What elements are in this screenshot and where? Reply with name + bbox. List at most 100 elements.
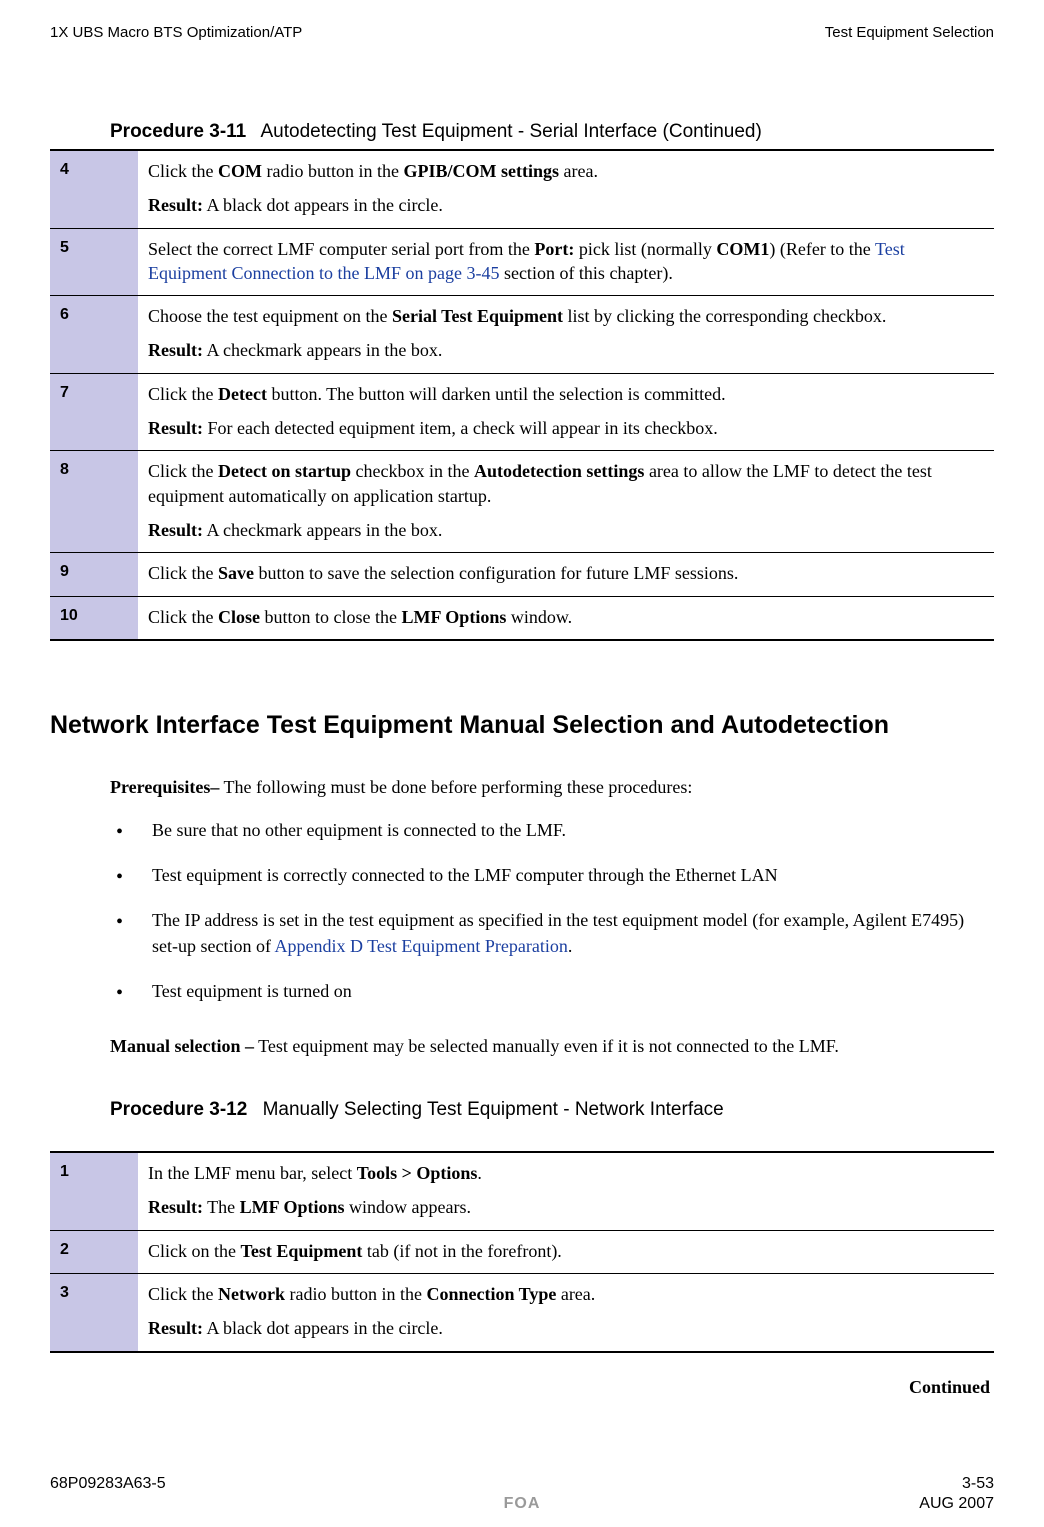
table-row: 6 Choose the test equipment on the Seria…	[50, 296, 994, 374]
text: Choose the test equipment on the	[148, 306, 392, 326]
text: Click the	[148, 563, 218, 583]
page-number: 3-53	[962, 1475, 994, 1493]
list-item: Test equipment is correctly connected to…	[110, 863, 994, 888]
step-content: Choose the test equipment on the Serial …	[138, 296, 994, 374]
step-number: 5	[50, 228, 138, 296]
header-left: 1X UBS Macro BTS Optimization/ATP	[50, 24, 302, 41]
text: checkbox in the	[351, 461, 474, 481]
manual-selection-paragraph: Manual selection – Test equipment may be…	[110, 1034, 994, 1059]
table-row: 10 Click the Close button to close the L…	[50, 596, 994, 640]
bold-text: Detect	[218, 384, 267, 404]
table-row: 3 Click the Network radio button in the …	[50, 1274, 994, 1352]
procedure-3-12-title: Procedure 3-12 Manually Selecting Test E…	[110, 1099, 994, 1121]
step-content: Click the Detect button. The button will…	[138, 373, 994, 451]
table-row: 5 Select the correct LMF computer serial…	[50, 228, 994, 296]
result-label: Result:	[148, 418, 203, 438]
prerequisites-paragraph: Prerequisites– The following must be don…	[110, 775, 994, 800]
text: Click the	[148, 461, 218, 481]
text: Select the correct LMF computer serial p…	[148, 239, 534, 259]
result-text: A checkmark appears in the box.	[203, 340, 442, 360]
procedure-3-11-table: 4 Click the COM radio button in the GPIB…	[50, 149, 994, 641]
text: Test equipment is correctly connected to…	[152, 865, 778, 885]
text: list by clicking the corresponding check…	[563, 306, 886, 326]
text: button. The button will darken until the…	[267, 384, 726, 404]
bold-text: Save	[218, 563, 254, 583]
step-number: 2	[50, 1230, 138, 1273]
list-item: Be sure that no other equipment is conne…	[110, 818, 994, 843]
text: The	[203, 1197, 240, 1217]
text: button to save the selection configurati…	[254, 563, 738, 583]
spacer	[50, 1495, 190, 1513]
text: Click the	[148, 161, 218, 181]
text: .	[477, 1163, 482, 1183]
text: window appears.	[345, 1197, 471, 1217]
list-item: Test equipment is turned on	[110, 979, 994, 1004]
bold-text: Detect on startup	[218, 461, 351, 481]
bold-text: Autodetection settings	[474, 461, 644, 481]
text: tab (if not in the forefront).	[362, 1241, 561, 1261]
result-text: For each detected equipment item, a chec…	[203, 418, 718, 438]
text: Be sure that no other equipment is conne…	[152, 820, 566, 840]
procedure-3-12-table: 1 In the LMF menu bar, select Tools > Op…	[50, 1151, 994, 1352]
bold-text: Close	[218, 607, 260, 627]
result-text: A checkmark appears in the box.	[203, 520, 442, 540]
step-number: 1	[50, 1152, 138, 1230]
result-text: A black dot appears in the circle.	[203, 195, 443, 215]
bold-text: Test Equipment	[241, 1241, 363, 1261]
bold-text: GPIB/COM settings	[403, 161, 559, 181]
running-header: 1X UBS Macro BTS Optimization/ATP Test E…	[50, 24, 994, 41]
cross-reference-link[interactable]: Appendix D Test Equipment Preparation	[274, 936, 567, 956]
result-label: Result:	[148, 195, 203, 215]
step-number: 8	[50, 451, 138, 553]
document-id: 68P09283A63-5	[50, 1475, 166, 1493]
step-number: 3	[50, 1274, 138, 1352]
step-number: 7	[50, 373, 138, 451]
header-right: Test Equipment Selection	[825, 24, 994, 41]
step-content: Click the Close button to close the LMF …	[138, 596, 994, 640]
result-text: A black dot appears in the circle.	[203, 1318, 443, 1338]
text: button to close the	[260, 607, 401, 627]
bold-text: COM1	[716, 239, 769, 259]
bold-text: Network	[218, 1284, 285, 1304]
step-number: 10	[50, 596, 138, 640]
result-label: Result:	[148, 1318, 203, 1338]
text: Click the	[148, 1284, 218, 1304]
bold-text: COM	[218, 161, 262, 181]
table-row: 1 In the LMF menu bar, select Tools > Op…	[50, 1152, 994, 1230]
text: area.	[559, 161, 598, 181]
continued-label: Continued	[50, 1377, 994, 1398]
manual-selection-text: Test equipment may be selected manually …	[254, 1036, 839, 1056]
procedure-3-11-title: Procedure 3-11 Autodetecting Test Equipm…	[110, 121, 994, 143]
table-row: 8 Click the Detect on startup checkbox i…	[50, 451, 994, 553]
foa-watermark: FOA	[190, 1495, 854, 1513]
table-row: 7 Click the Detect button. The button wi…	[50, 373, 994, 451]
prerequisites-intro: The following must be done before perfor…	[219, 777, 692, 797]
step-content: Click the COM radio button in the GPIB/C…	[138, 150, 994, 228]
result-label: Result:	[148, 1197, 203, 1217]
step-content: Click the Save button to save the select…	[138, 553, 994, 596]
step-content: In the LMF menu bar, select Tools > Opti…	[138, 1152, 994, 1230]
step-content: Click on the Test Equipment tab (if not …	[138, 1230, 994, 1273]
step-number: 4	[50, 150, 138, 228]
text: In the LMF menu bar, select	[148, 1163, 357, 1183]
footer-date: AUG 2007	[854, 1495, 994, 1513]
step-content: Click the Detect on startup checkbox in …	[138, 451, 994, 553]
section-heading: Network Interface Test Equipment Manual …	[50, 711, 994, 740]
text: window.	[506, 607, 572, 627]
text: Test equipment is turned on	[152, 981, 352, 1001]
text: radio button in the	[285, 1284, 426, 1304]
step-content: Click the Network radio button in the Co…	[138, 1274, 994, 1352]
text: section of this chapter).	[499, 263, 672, 283]
text: Click on the	[148, 1241, 241, 1261]
manual-selection-label: Manual selection –	[110, 1036, 254, 1056]
step-content: Select the correct LMF computer serial p…	[138, 228, 994, 296]
prerequisites-label: Prerequisites–	[110, 777, 219, 797]
prerequisites-list: Be sure that no other equipment is conne…	[110, 818, 994, 1004]
table-row: 2 Click on the Test Equipment tab (if no…	[50, 1230, 994, 1273]
result-label: Result:	[148, 520, 203, 540]
bold-text: Tools > Options	[357, 1163, 478, 1183]
procedure-label: Procedure 3-11	[110, 121, 246, 142]
table-row: 4 Click the COM radio button in the GPIB…	[50, 150, 994, 228]
bold-text: Port:	[534, 239, 574, 259]
procedure-caption: Autodetecting Test Equipment - Serial In…	[260, 121, 761, 142]
